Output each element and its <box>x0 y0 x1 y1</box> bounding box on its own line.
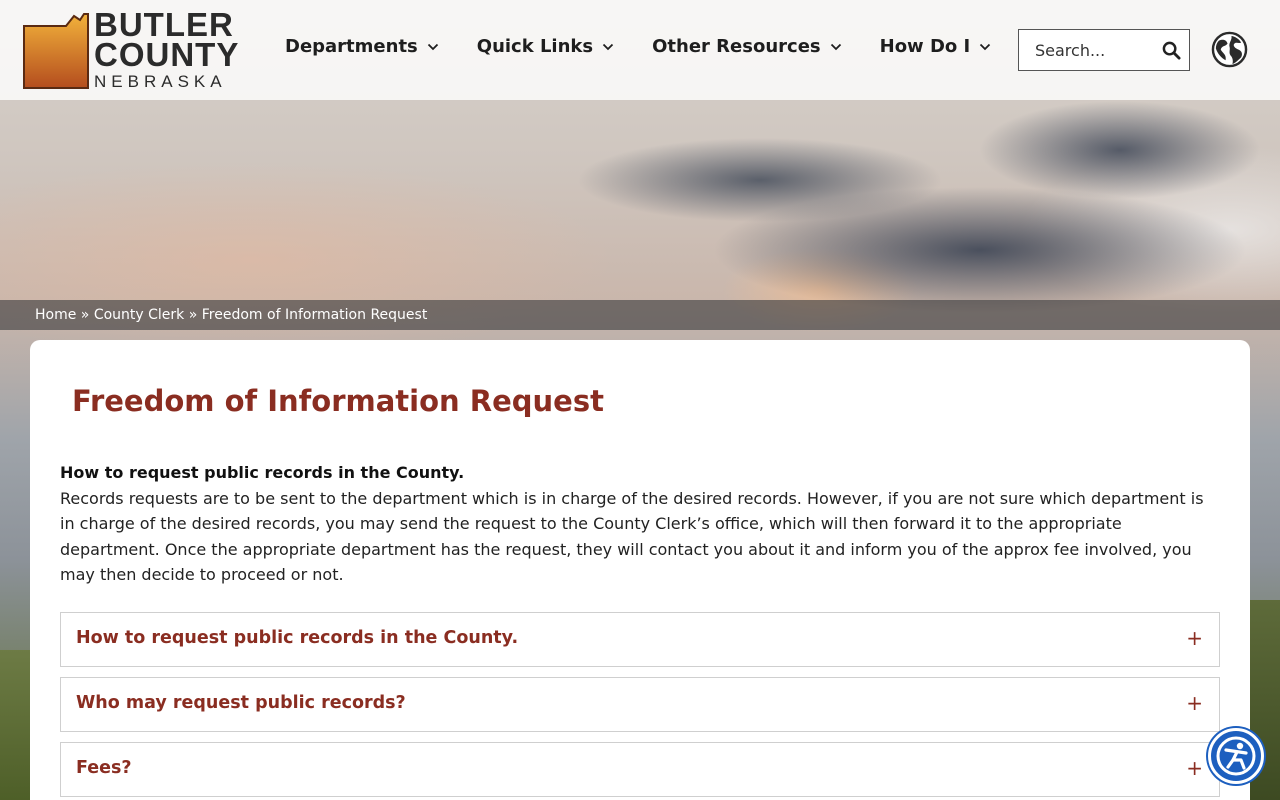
search-icon[interactable] <box>1162 41 1181 60</box>
breadcrumb: Home » County Clerk » Freedom of Informa… <box>0 300 1280 330</box>
nav-label: Quick Links <box>476 36 594 57</box>
accessibility-icon <box>1216 736 1256 776</box>
plus-icon[interactable]: + <box>1186 756 1203 780</box>
logo-line-3: NEBRASKA <box>94 72 227 91</box>
breadcrumb-separator: » <box>80 307 90 323</box>
intro-paragraph: Records requests are to be sent to the d… <box>60 488 1204 585</box>
search-box <box>1018 29 1190 71</box>
intro-section: How to request public records in the Cou… <box>60 460 1220 588</box>
chevron-down-icon <box>830 43 841 50</box>
breadcrumb-separator: » <box>188 307 198 323</box>
nav-quick-links[interactable]: Quick Links <box>477 36 614 57</box>
accordion-label: Fees? <box>76 758 132 778</box>
chevron-down-icon <box>602 43 614 50</box>
nav-how-do-i[interactable]: How Do I <box>880 36 992 57</box>
accordion-label: Who may request public records? <box>76 693 406 713</box>
logo-wordmark: BUTLER COUNTY NEBRASKA <box>94 8 240 92</box>
content-card: Freedom of Information Request How to re… <box>30 340 1250 800</box>
plus-icon[interactable]: + <box>1186 626 1203 650</box>
search-input[interactable] <box>1019 30 1159 70</box>
accordion-fees[interactable]: Fees? + <box>60 742 1220 797</box>
county-shape-logo-icon <box>23 13 89 89</box>
intro-heading: How to request public records in the Cou… <box>60 463 465 482</box>
breadcrumb-current: Freedom of Information Request <box>201 307 428 323</box>
accordion-label: How to request public records in the Cou… <box>76 628 519 648</box>
nav-other-resources[interactable]: Other Resources <box>652 36 842 57</box>
chevron-down-icon <box>427 43 438 50</box>
nav-label: Departments <box>285 36 418 57</box>
accordion-how-to-request[interactable]: How to request public records in the Cou… <box>60 612 1220 667</box>
breadcrumb-home-link[interactable]: Home <box>35 307 76 323</box>
nav-label: Other Resources <box>652 36 821 57</box>
nav-label: How Do I <box>879 36 971 57</box>
chevron-down-icon <box>980 43 991 50</box>
logo-line-2: COUNTY <box>94 36 240 73</box>
accordion-who-may-request[interactable]: Who may request public records? + <box>60 677 1220 732</box>
page-title: Freedom of Information Request <box>72 384 604 418</box>
globe-icon[interactable] <box>1211 31 1248 68</box>
accessibility-button[interactable] <box>1208 728 1264 784</box>
main-nav: Departments Quick Links Other Resources … <box>285 36 991 57</box>
plus-icon[interactable]: + <box>1186 691 1203 715</box>
site-logo[interactable]: BUTLER COUNTY NEBRASKA <box>22 8 244 94</box>
site-header: BUTLER COUNTY NEBRASKA Departments Quick… <box>0 0 1280 100</box>
breadcrumb-county-clerk-link[interactable]: County Clerk <box>94 307 184 323</box>
nav-departments[interactable]: Departments <box>285 36 439 57</box>
